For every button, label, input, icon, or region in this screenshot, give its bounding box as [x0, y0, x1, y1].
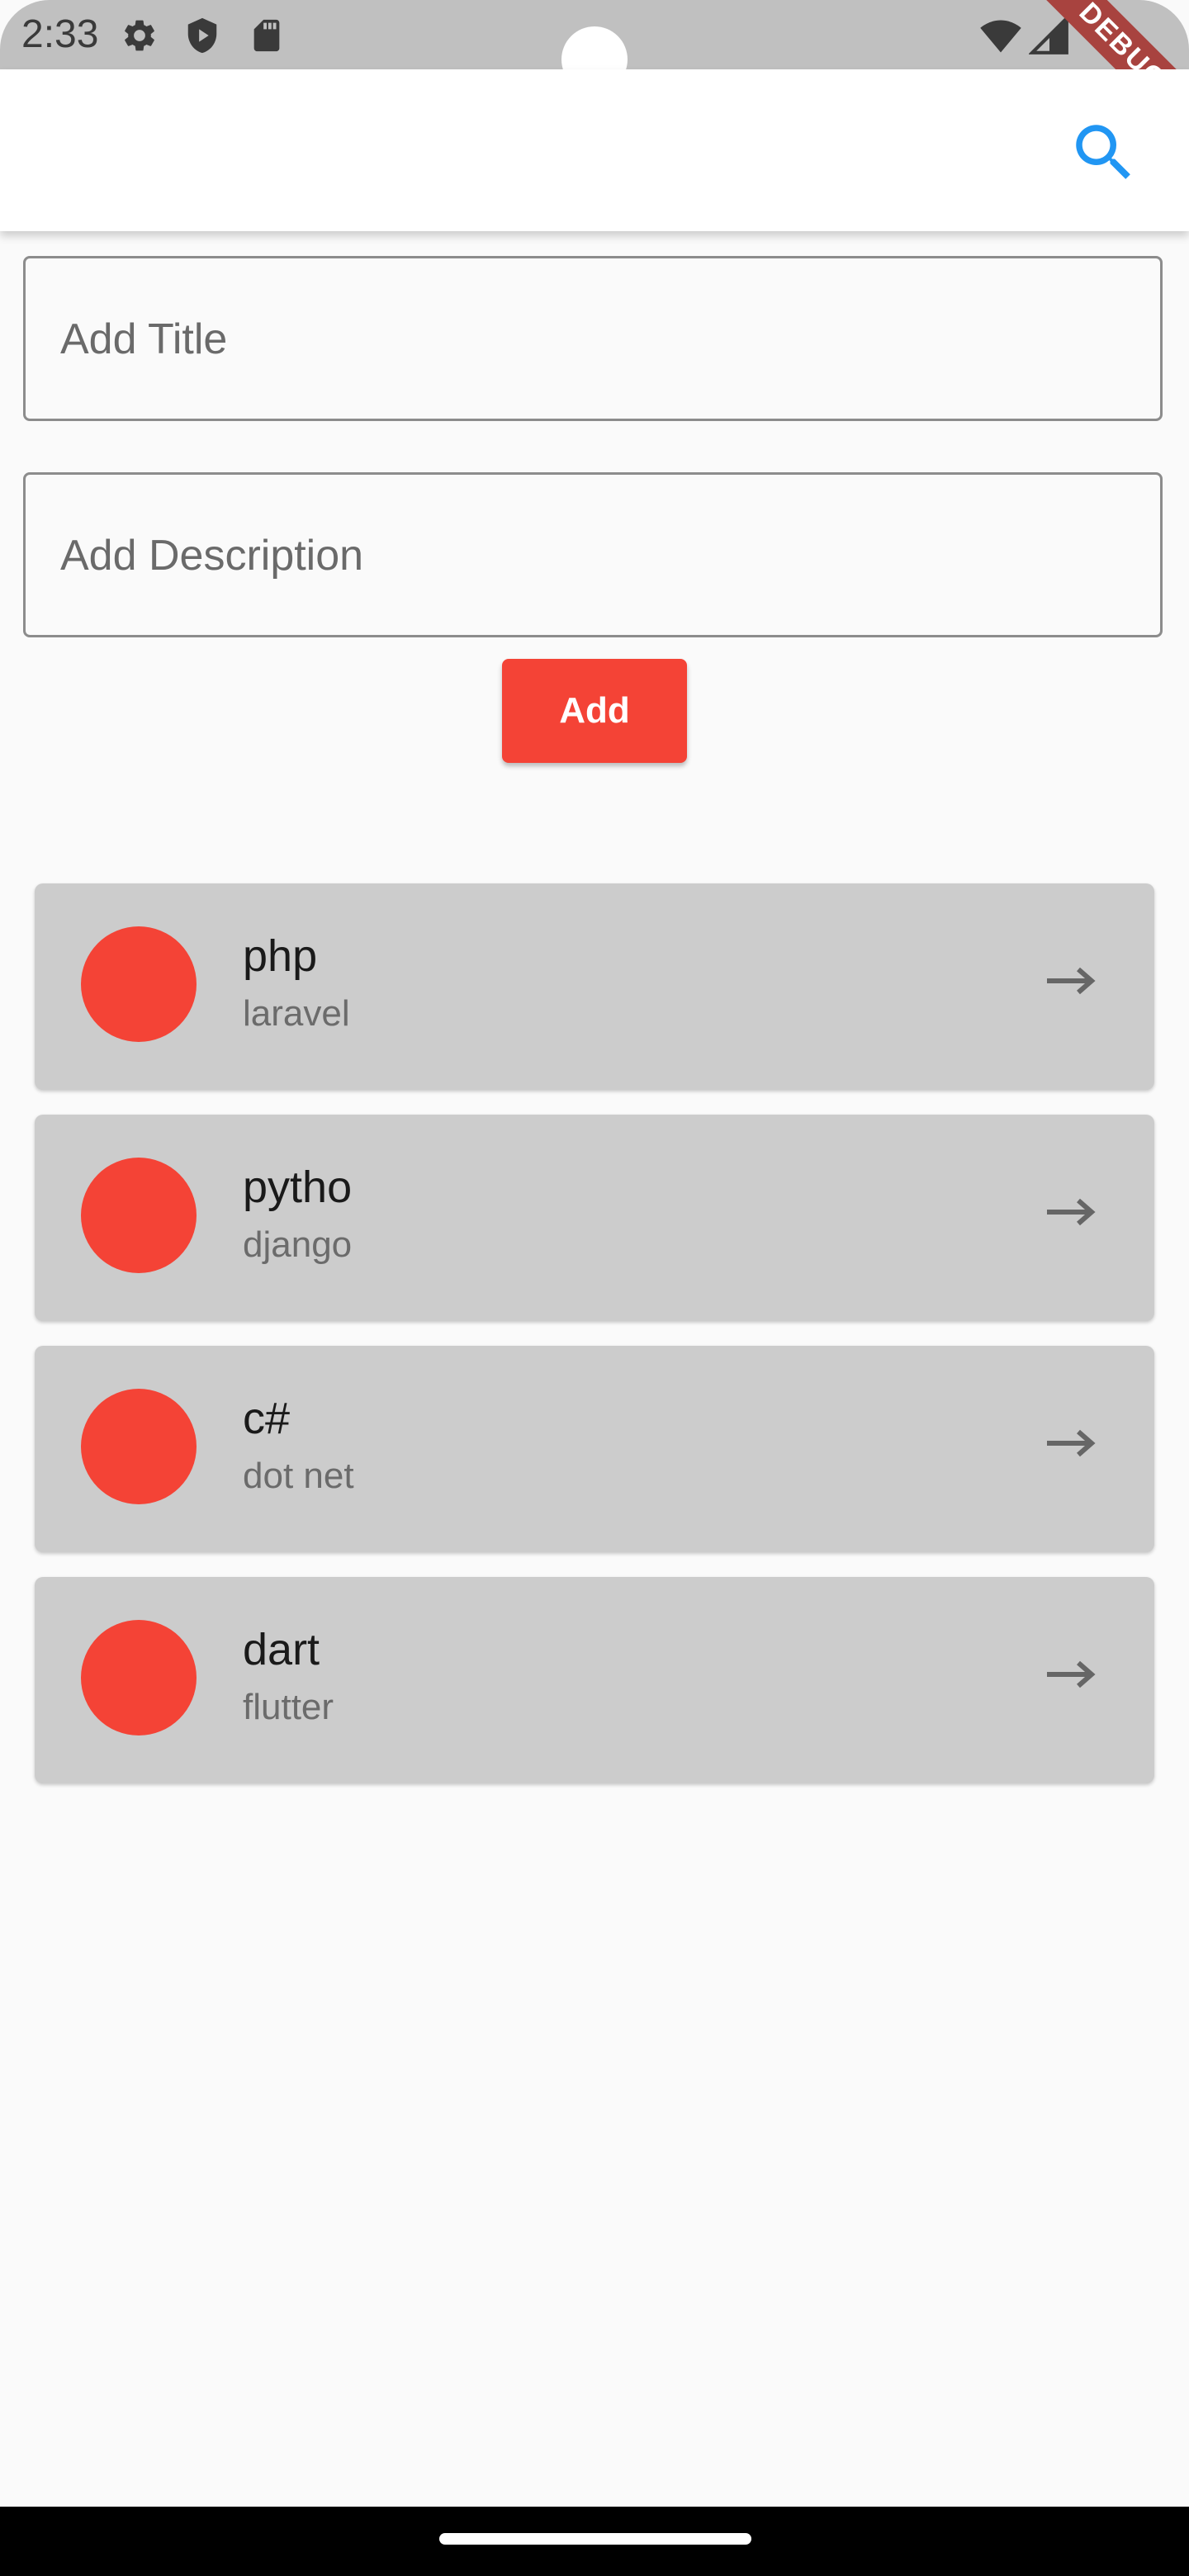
item-subtitle: flutter [243, 1687, 334, 1727]
status-time: 2:33 [21, 12, 99, 56]
sd-card-icon [253, 19, 280, 52]
signal-icon [1029, 15, 1068, 54]
avatar [81, 1389, 197, 1504]
add-button[interactable]: Add [502, 659, 687, 763]
item-subtitle: django [243, 1224, 353, 1265]
list-item[interactable]: dart flutter [35, 1577, 1154, 1783]
title-field[interactable] [23, 256, 1163, 421]
item-title: pytho [243, 1163, 353, 1212]
item-title: c# [243, 1394, 291, 1443]
navigation-bar [0, 2507, 1189, 2576]
shield-play-icon [187, 17, 217, 54]
arrow-right-icon[interactable] [1045, 963, 1098, 999]
list-item[interactable]: pytho django [35, 1115, 1154, 1321]
list-item[interactable]: php laravel [35, 883, 1154, 1090]
item-title: dart [243, 1625, 320, 1674]
avatar [81, 1158, 197, 1273]
wifi-icon [980, 20, 1021, 53]
home-indicator[interactable] [439, 2533, 751, 2545]
list-item[interactable]: c# dot net [35, 1346, 1154, 1552]
title-input[interactable] [59, 258, 1135, 420]
arrow-right-icon[interactable] [1045, 1656, 1098, 1693]
avatar [81, 926, 197, 1042]
search-button[interactable] [1067, 116, 1141, 190]
app-bar [0, 69, 1189, 231]
gear-icon [125, 20, 154, 51]
arrow-right-icon[interactable] [1045, 1194, 1098, 1230]
item-subtitle: dot net [243, 1456, 354, 1496]
avatar [81, 1620, 197, 1735]
search-icon [1076, 125, 1130, 179]
arrow-right-icon[interactable] [1045, 1425, 1098, 1461]
description-field[interactable] [23, 472, 1163, 637]
item-subtitle: laravel [243, 993, 350, 1034]
camera-notch [561, 26, 628, 69]
status-bar: 2:33 DEBUG [0, 0, 1189, 69]
description-input[interactable] [59, 475, 1135, 637]
item-title: php [243, 931, 318, 981]
